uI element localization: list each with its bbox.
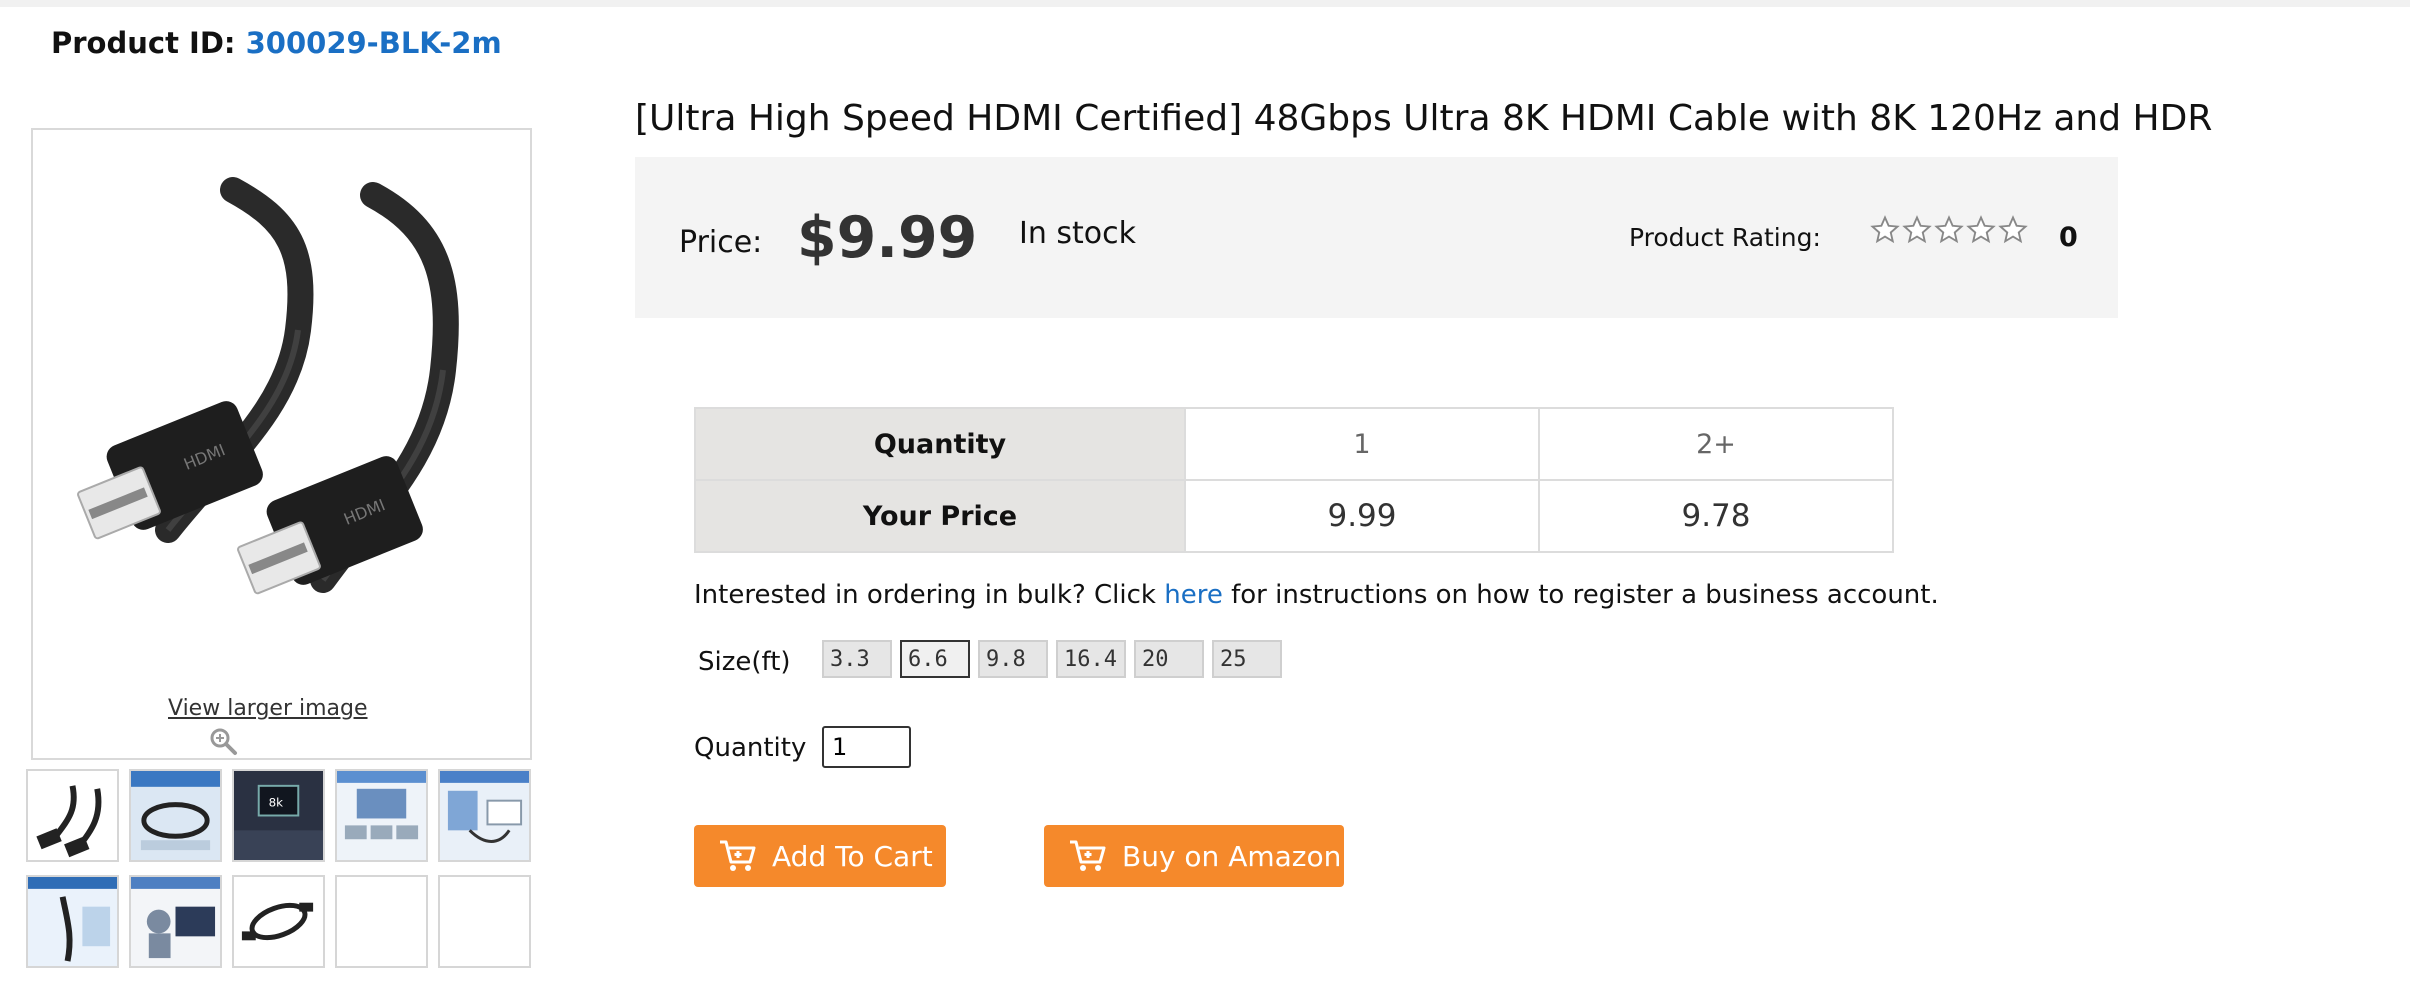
thumbnail-2[interactable] [129,769,222,862]
table-row: Your Price 9.99 9.78 [694,479,1894,553]
stock-status: In stock [1019,216,1137,251]
size-label: Size(ft) [698,647,791,677]
quantity-price-table: Quantity 1 2+ Your Price 9.99 9.78 [694,407,1894,553]
rating-label: Product Rating: [1629,223,1821,252]
product-id: Product ID: 300029-BLK-2m [51,26,502,60]
zoom-icon [210,728,237,755]
thumbnail-5[interactable] [438,769,531,862]
size-option-6-6[interactable]: 6.6 [900,640,970,678]
star-icon [1902,215,1932,244]
star-icon [1934,215,1964,244]
thumbnail-3[interactable]: 8k [232,769,325,862]
thumbnail-7[interactable] [129,875,222,968]
thumbnail-empty-2 [438,875,531,968]
add-to-cart-label: Add To Cart [772,839,933,873]
main-product-image[interactable]: HDMI HDMI View larger image [31,128,532,760]
svg-text:8k: 8k [269,796,284,810]
size-option-3-3[interactable]: 3.3 [822,640,892,678]
price-value: $9.99 [797,205,978,271]
size-option-25[interactable]: 25 [1212,640,1282,678]
rating-stars[interactable] [1870,215,2028,245]
star-icon [1870,215,1900,244]
view-larger-image-link[interactable]: View larger image [168,696,368,755]
cart-icon [720,840,756,871]
star-icon [1966,215,1996,244]
quantity-input[interactable] [822,726,911,768]
bulk-here-link[interactable]: here [1164,580,1223,610]
price-box: Price: $9.99 In stock Product Rating: 0 [635,157,2118,318]
view-larger-label: View larger image [168,696,368,721]
size-options: 3.3 6.6 9.8 16.4 20 25 [822,640,1282,678]
price-label: Price: [679,225,763,260]
buy-on-amazon-button[interactable]: Buy on Amazon [1044,825,1344,887]
hdmi-cable-image: HDMI HDMI [77,177,459,595]
thumbnail-4[interactable] [335,769,428,862]
table-row: Quantity 1 2+ [694,407,1894,481]
cart-icon [1070,840,1106,871]
product-id-label: Product ID: [51,26,236,60]
product-title: [Ultra High Speed HDMI Certified] 48Gbps… [635,98,2213,139]
quantity-cell: 1 [1184,407,1540,481]
size-option-20[interactable]: 20 [1134,640,1204,678]
add-to-cart-button[interactable]: Add To Cart [694,825,946,887]
your-price-header: Your Price [694,479,1186,553]
thumbnail-grid: 8k [26,769,531,968]
top-band [0,0,2410,7]
size-option-16-4[interactable]: 16.4 [1056,640,1126,678]
thumbnail-6[interactable] [26,875,119,968]
bulk-suffix: for instructions on how to register a bu… [1231,580,1939,610]
size-option-9-8[interactable]: 9.8 [978,640,1048,678]
star-icon [1998,215,2028,244]
rating-count: 0 [2059,222,2078,253]
buy-on-amazon-label: Buy on Amazon [1122,839,1342,873]
product-id-value: 300029-BLK-2m [245,26,502,60]
price-cell: 9.99 [1184,479,1540,553]
bulk-prefix: Interested in ordering in bulk? Click [694,580,1156,610]
quantity-label: Quantity [694,733,807,763]
price-cell: 9.78 [1538,479,1894,553]
bulk-order-note: Interested in ordering in bulk? Click he… [694,580,1939,610]
thumbnail-8[interactable] [232,875,325,968]
thumbnail-empty-1 [335,875,428,968]
quantity-cell: 2+ [1538,407,1894,481]
quantity-header: Quantity [694,407,1186,481]
thumbnail-1[interactable] [26,769,119,862]
